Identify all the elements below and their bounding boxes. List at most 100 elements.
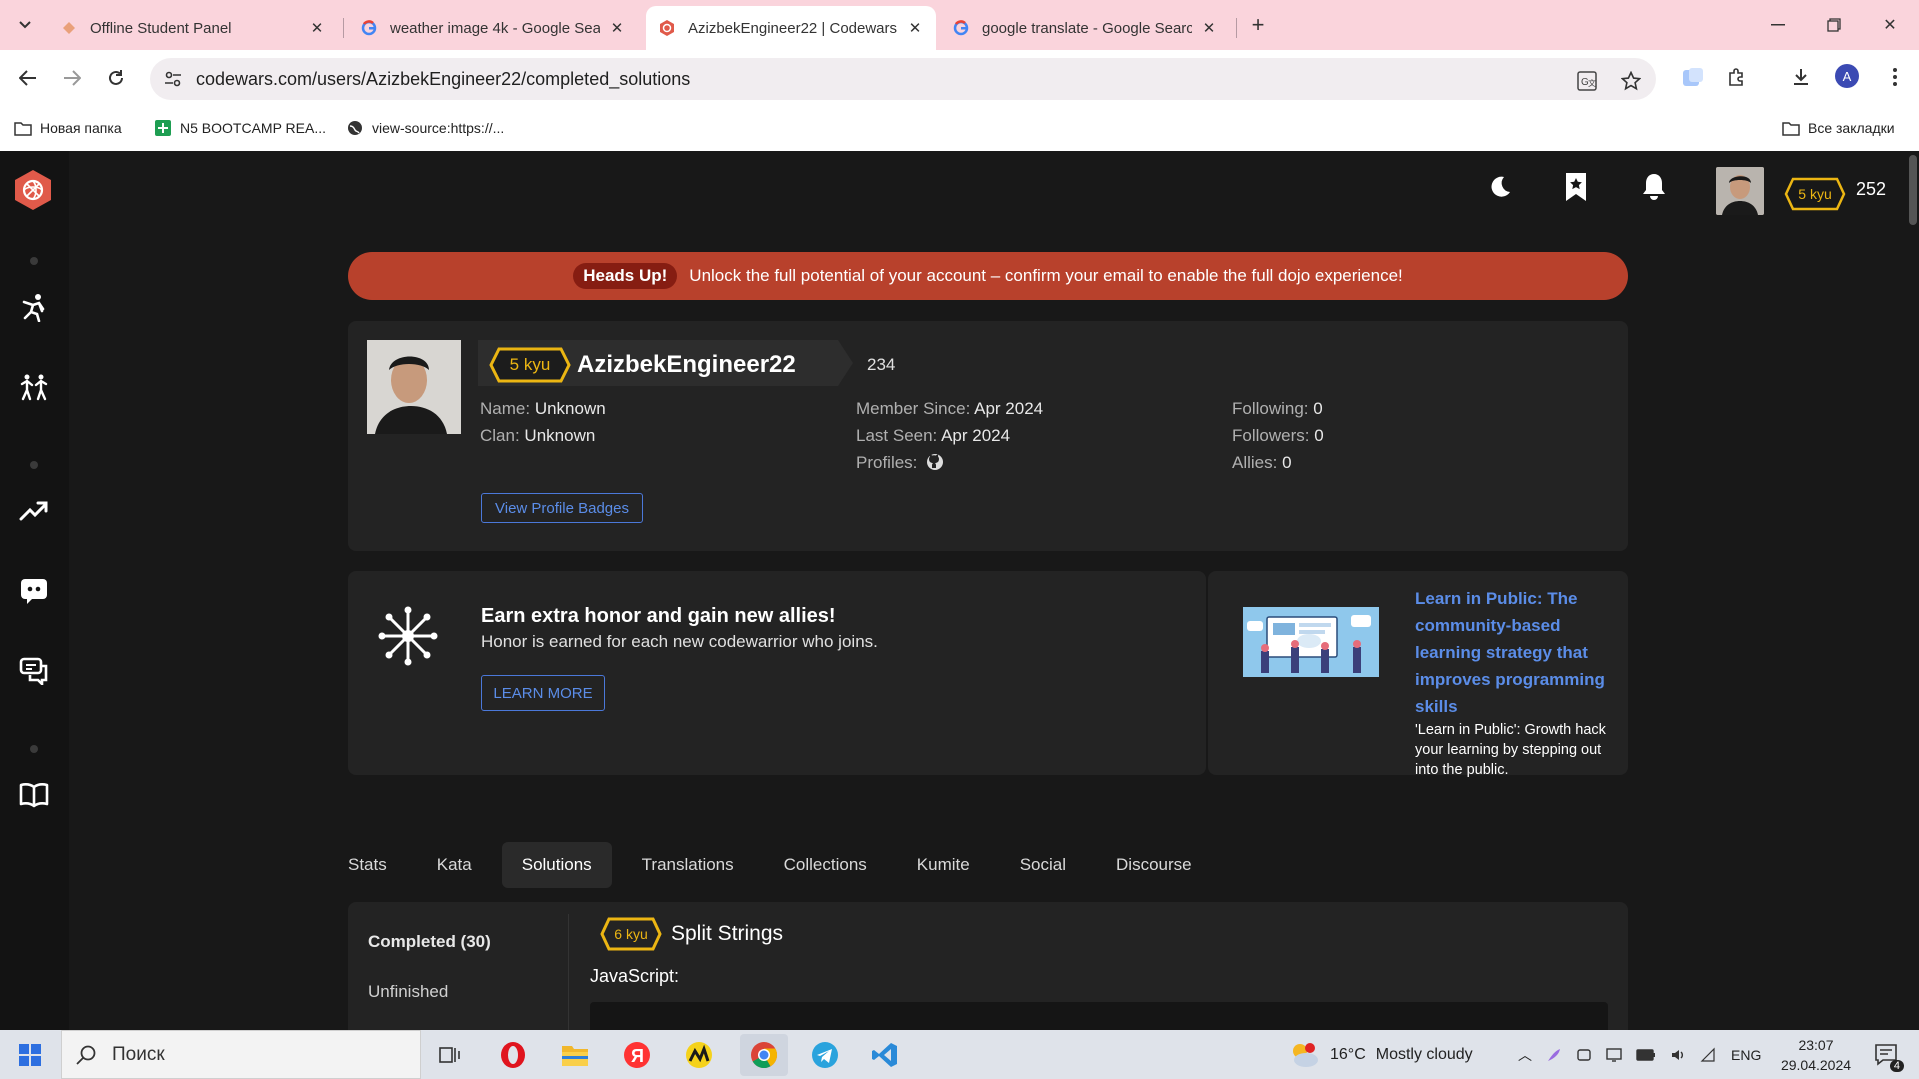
site-settings-icon[interactable] [164, 70, 182, 88]
close-tab-icon[interactable]: ✕ [1200, 19, 1218, 37]
vscode-icon[interactable] [864, 1034, 906, 1076]
google-icon [360, 19, 378, 37]
yandex-browser-icon[interactable]: Я [616, 1034, 658, 1076]
start-button[interactable] [9, 1034, 51, 1076]
taskbar-search[interactable]: Поиск [61, 1030, 421, 1079]
minimize-button[interactable] [1758, 10, 1798, 40]
forward-button[interactable] [56, 62, 88, 94]
discord-chat-icon [21, 579, 47, 604]
sidebar-item-training[interactable] [14, 287, 54, 327]
tab-stats[interactable]: Stats [328, 842, 407, 888]
chrome-icon[interactable] [740, 1034, 788, 1076]
sidebar-item-docs[interactable] [14, 775, 54, 815]
tab-kumite[interactable]: Kumite [897, 842, 990, 888]
blog-card[interactable]: Learn in Public: The community-based lea… [1208, 571, 1628, 778]
browser-tab[interactable]: google translate - Google Searc ✕ [940, 6, 1230, 50]
star-icon[interactable] [1620, 70, 1642, 92]
following-value[interactable]: 0 [1313, 399, 1322, 418]
bookmarks-button[interactable] [1554, 165, 1598, 209]
weather-widget[interactable]: 16°C Mostly cloudy [1288, 1030, 1473, 1079]
sidebar-item-discord[interactable] [14, 571, 54, 611]
all-bookmarks[interactable]: Все закладки [1782, 116, 1895, 140]
kebab-menu-icon[interactable] [1880, 62, 1910, 92]
blog-title-link[interactable]: Learn in Public: The community-based lea… [1415, 585, 1611, 720]
close-tab-icon[interactable]: ✕ [906, 19, 924, 37]
sidebar-item-practice[interactable] [14, 367, 54, 407]
learn-more-button[interactable]: LEARN MORE [481, 675, 605, 711]
tab-solutions[interactable]: Solutions [501, 842, 612, 888]
notifications-button[interactable] [1632, 165, 1676, 209]
tab-search-dropdown[interactable] [12, 12, 38, 38]
page-scrollbar[interactable] [1909, 155, 1917, 225]
filter-completed[interactable]: Completed (30) [368, 932, 491, 952]
close-tab-icon[interactable]: ✕ [608, 19, 626, 37]
blog-thumbnail[interactable] [1243, 607, 1379, 677]
close-window-button[interactable]: ✕ [1870, 10, 1910, 40]
tab-discourse[interactable]: Discourse [1096, 842, 1212, 888]
new-tab-button[interactable]: + [1245, 12, 1271, 38]
user-photo [367, 340, 461, 434]
bookmark-item[interactable]: Новая папка [14, 116, 122, 140]
file-explorer-icon[interactable] [554, 1034, 596, 1076]
telegram-icon[interactable] [804, 1034, 846, 1076]
allies-value[interactable]: 0 [1282, 453, 1291, 472]
bookmark-item[interactable]: view-source:https://... [346, 116, 504, 140]
clan-value: Unknown [524, 426, 596, 445]
tab-translations[interactable]: Translations [622, 842, 754, 888]
extension-translate-icon[interactable] [1678, 62, 1708, 92]
task-view-icon[interactable] [429, 1034, 471, 1076]
svg-text:文: 文 [1588, 78, 1596, 88]
kata-title-link[interactable]: Split Strings [671, 922, 783, 946]
globe-icon [346, 119, 364, 137]
wifi-icon[interactable] [1700, 1047, 1716, 1063]
close-icon: ✕ [1883, 17, 1897, 34]
show-hidden-icons-chevron[interactable]: ︿ [1518, 1045, 1532, 1065]
battery-icon[interactable] [1636, 1048, 1656, 1061]
sidebar-item-forum[interactable] [14, 651, 54, 691]
back-button[interactable] [12, 62, 44, 94]
bookmark-item[interactable]: N5 BOOTCAMP REA... [154, 116, 326, 140]
cloudy-weather-icon [1293, 1042, 1318, 1067]
weather-temp: 16°C [1330, 1045, 1366, 1063]
user-photo [1716, 167, 1764, 215]
address-bar[interactable]: codewars.com/users/AzizbekEngineer22/com… [150, 58, 1656, 100]
clock-date: 29.04.2024 [1780, 1057, 1852, 1073]
yandex-market-icon[interactable] [678, 1034, 720, 1076]
language-indicator[interactable]: ENG [1731, 1030, 1761, 1079]
opera-icon[interactable] [492, 1034, 534, 1076]
close-tab-icon[interactable]: ✕ [308, 19, 326, 37]
blog-excerpt: 'Learn in Public': Growth hack your lear… [1415, 722, 1606, 778]
bookmark-label: N5 BOOTCAMP REA... [180, 120, 326, 136]
dark-mode-toggle[interactable] [1478, 165, 1522, 209]
profile-avatar[interactable]: A [1835, 64, 1859, 88]
view-profile-badges-button[interactable]: View Profile Badges [481, 493, 643, 523]
orange-diamond-icon [60, 19, 78, 37]
sidebar-item-leaderboards[interactable] [14, 491, 54, 531]
feather-app-icon[interactable] [1546, 1047, 1562, 1063]
volume-icon[interactable] [1670, 1047, 1686, 1063]
restore-button[interactable] [1814, 10, 1854, 40]
clock[interactable]: 23:07 29.04.2024 [1776, 1035, 1856, 1075]
tab-collections[interactable]: Collections [764, 842, 887, 888]
notification-center[interactable]: 4 [1866, 1034, 1908, 1076]
notification-count: 4 [1889, 1060, 1904, 1072]
user-avatar[interactable] [1716, 167, 1764, 215]
display-icon[interactable] [1606, 1047, 1622, 1063]
browser-tab[interactable]: Offline Student Panel ✕ [48, 6, 338, 50]
codewars-logo[interactable] [10, 167, 56, 213]
browser-tab[interactable]: weather image 4k - Google Sea ✕ [348, 6, 638, 50]
github-icon[interactable] [926, 453, 944, 471]
followers-value[interactable]: 0 [1314, 426, 1323, 445]
profiles-label: Profiles: [856, 453, 918, 472]
extensions-icon[interactable] [1722, 62, 1752, 92]
translate-icon[interactable]: G文 [1576, 70, 1598, 92]
bookmark-star-icon [1566, 173, 1586, 201]
reload-button[interactable] [100, 62, 132, 94]
browser-tab-active[interactable]: AzizbekEngineer22 | Codewars ✕ [646, 6, 936, 50]
tab-kata[interactable]: Kata [417, 842, 492, 888]
profile-info-col3: Following: 0 Followers: 0 Allies: 0 [1232, 395, 1324, 476]
filter-unfinished[interactable]: Unfinished [368, 982, 448, 1002]
download-icon[interactable] [1786, 62, 1816, 92]
tab-social[interactable]: Social [1000, 842, 1086, 888]
meet-now-icon[interactable] [1576, 1047, 1592, 1063]
